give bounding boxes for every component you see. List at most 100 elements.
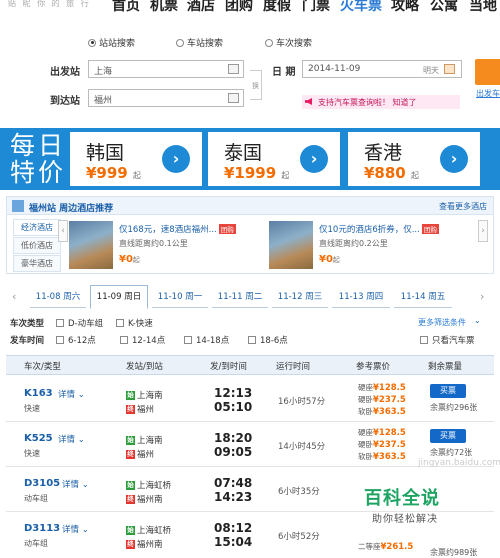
- nav-home[interactable]: 首页: [112, 0, 140, 12]
- train-type: 动车组: [24, 539, 48, 548]
- more-hotels-link[interactable]: 查看更多酒店: [439, 201, 487, 212]
- arrow-right-icon[interactable]: ›: [300, 145, 328, 173]
- filter-time-14-18[interactable]: 14-18点: [184, 334, 229, 346]
- to-station-input[interactable]: 福州: [88, 89, 244, 107]
- train-search-form: 站站搜索 车站搜索 车次搜索 出发站 上海 到达站 福州 换 日 期 2014-…: [0, 28, 500, 118]
- tab-cheap-hotels[interactable]: 低价酒店: [13, 237, 61, 254]
- deal-card-thailand[interactable]: 泰国 ¥1999 起 ›: [208, 132, 340, 186]
- date-input[interactable]: 2014-11-09 明天: [302, 60, 462, 78]
- filter-k-train[interactable]: K-快速: [116, 317, 153, 329]
- groupbuy-badge: 团购: [218, 224, 236, 234]
- date-label: 日 期: [272, 67, 296, 78]
- train-number[interactable]: D3113: [24, 523, 60, 534]
- from-station-input[interactable]: 上海: [88, 60, 244, 78]
- station-list-icon[interactable]: [228, 93, 239, 103]
- col-duration[interactable]: 运行时间: [276, 360, 310, 372]
- chevron-down-icon[interactable]: ⌄: [474, 316, 481, 325]
- filter-bus-only[interactable]: 只看汽车票: [420, 334, 475, 346]
- daily-deals-label: 每日 特价: [10, 131, 67, 187]
- deal-price: ¥1999 起: [224, 164, 290, 182]
- filter-time-6-12[interactable]: 6-12点: [56, 334, 96, 346]
- swap-stations-button[interactable]: 换: [250, 70, 262, 100]
- nav-vacation[interactable]: 度假: [263, 0, 291, 12]
- date-tab[interactable]: 11-12 周三: [272, 286, 328, 308]
- nav-guides[interactable]: 攻略: [391, 0, 419, 12]
- col-train[interactable]: 车次/类型: [24, 360, 61, 372]
- mode-station-search[interactable]: 车站搜索: [176, 36, 223, 49]
- deal-card-hongkong[interactable]: 香港 ¥880 起 ›: [348, 132, 480, 186]
- filter-time-18-6[interactable]: 18-6点: [248, 334, 288, 346]
- hotel-name[interactable]: 仅10元的酒店6折券，仅... 团购: [319, 223, 439, 235]
- date-tab[interactable]: 11-13 周四: [332, 286, 390, 308]
- station-list-icon[interactable]: [228, 64, 239, 74]
- nav-flights[interactable]: 机票: [150, 0, 178, 12]
- col-times[interactable]: 发/到时间: [210, 360, 247, 372]
- buy-ticket-button[interactable]: 买票: [430, 384, 466, 398]
- hotel-item[interactable]: 仅10元的酒店6折券，仅... 团购 直线距离约0.2公里 ¥0起: [269, 221, 469, 271]
- deal-city: 韩国: [86, 142, 125, 164]
- tab-budget-hotels[interactable]: 经济酒店: [13, 219, 61, 236]
- daily-deals-banner: 每日 特价 韩国 ¥999 起 › 泰国 ¥1999 起 › 香港 ¥880 起 …: [0, 128, 500, 190]
- start-station-icon: 始: [126, 390, 135, 400]
- filter-d-train[interactable]: D-动车组: [56, 317, 103, 329]
- hotels-next-arrow-icon[interactable]: ›: [478, 220, 488, 242]
- train-number[interactable]: K163: [24, 388, 53, 399]
- date-tab[interactable]: 11-14 周五: [394, 286, 452, 308]
- mode-station-to-station[interactable]: 站站搜索: [88, 36, 135, 49]
- date-tab[interactable]: 11-11 周二: [212, 286, 268, 308]
- nav-hotels[interactable]: 酒店: [187, 0, 215, 12]
- arrow-right-icon[interactable]: ›: [162, 145, 190, 173]
- start-station-icon: 始: [126, 480, 135, 490]
- nav-groupbuy[interactable]: 团购: [225, 0, 253, 12]
- checkbox-icon: [248, 336, 256, 344]
- nearby-hotels-panel: 福州站 周边酒店推荐 查看更多酒店 经济酒店 低价酒店 豪华酒店 仅168元，速…: [6, 196, 494, 274]
- buy-ticket-button[interactable]: 买票: [430, 429, 466, 443]
- arrival-time: 05:10: [214, 400, 253, 414]
- more-filters-link[interactable]: 更多筛选条件: [418, 317, 466, 328]
- train-number[interactable]: K525: [24, 433, 53, 444]
- hotel-name[interactable]: 仅168元，速8酒店福州... 团购: [119, 223, 236, 235]
- mode-train-number-search[interactable]: 车次搜索: [265, 36, 312, 49]
- duration: 6小时35分: [278, 487, 320, 497]
- col-remaining[interactable]: 剩余票量: [428, 360, 462, 372]
- hotel-photo[interactable]: [269, 221, 313, 269]
- end-station-icon: 终: [126, 539, 135, 549]
- checkbox-icon: [116, 319, 124, 327]
- hotels-prev-arrow-icon[interactable]: ‹: [58, 220, 68, 242]
- watermark: jingyan.baidu.com 百科全说 助你轻松解决: [360, 458, 500, 530]
- tab-luxury-hotels[interactable]: 豪华酒店: [13, 255, 61, 272]
- train-details-link[interactable]: 详情 ⌄: [58, 388, 85, 400]
- arrival-time: 14:23: [214, 490, 253, 504]
- deal-card-korea[interactable]: 韩国 ¥999 起 ›: [70, 132, 202, 186]
- nav-apartments[interactable]: 公寓: [430, 0, 458, 12]
- search-button[interactable]: [475, 59, 500, 85]
- departure-time-label: 发车时间: [10, 336, 45, 346]
- date-next-icon[interactable]: ›: [480, 290, 484, 303]
- calendar-icon[interactable]: [444, 64, 455, 74]
- col-stations[interactable]: 发站/到站: [126, 360, 163, 372]
- date-tab[interactable]: 11-10 周一: [152, 286, 208, 308]
- to-station: 终福州南: [126, 539, 163, 550]
- nav-train-tickets[interactable]: 火车票: [340, 0, 382, 12]
- tickets-remaining: 余票约72张: [430, 448, 473, 457]
- to-station: 终福州: [126, 404, 155, 415]
- bus-ticket-notice[interactable]: 支持汽车票查询啦！ 知道了: [302, 95, 460, 109]
- date-tab-active[interactable]: 11-09 周日: [90, 285, 148, 309]
- side-link[interactable]: 出发车: [476, 88, 500, 99]
- date-prev-icon[interactable]: ‹: [12, 290, 16, 303]
- nav-tickets[interactable]: 门票: [302, 0, 330, 12]
- col-price[interactable]: 参考票价: [356, 360, 390, 372]
- nav-locals[interactable]: 当地人: [469, 0, 500, 12]
- arrow-right-icon[interactable]: ›: [440, 145, 468, 173]
- filter-time-12-14[interactable]: 12-14点: [120, 334, 165, 346]
- date-tab[interactable]: 11-08 周六: [30, 286, 86, 308]
- watermark-title: 百科全说: [364, 488, 440, 509]
- hotel-photo[interactable]: [69, 221, 113, 269]
- hotel-item[interactable]: 仅168元，速8酒店福州... 团购 直线距离约0.1公里 ¥0起: [69, 221, 269, 271]
- deal-city: 香港: [364, 142, 403, 164]
- train-number[interactable]: D3105: [24, 478, 60, 489]
- train-details-link[interactable]: 详情 ⌄: [62, 478, 89, 490]
- duration: 16小时57分: [278, 397, 326, 407]
- train-details-link[interactable]: 详情 ⌄: [62, 523, 89, 535]
- train-details-link[interactable]: 详情 ⌄: [58, 433, 85, 445]
